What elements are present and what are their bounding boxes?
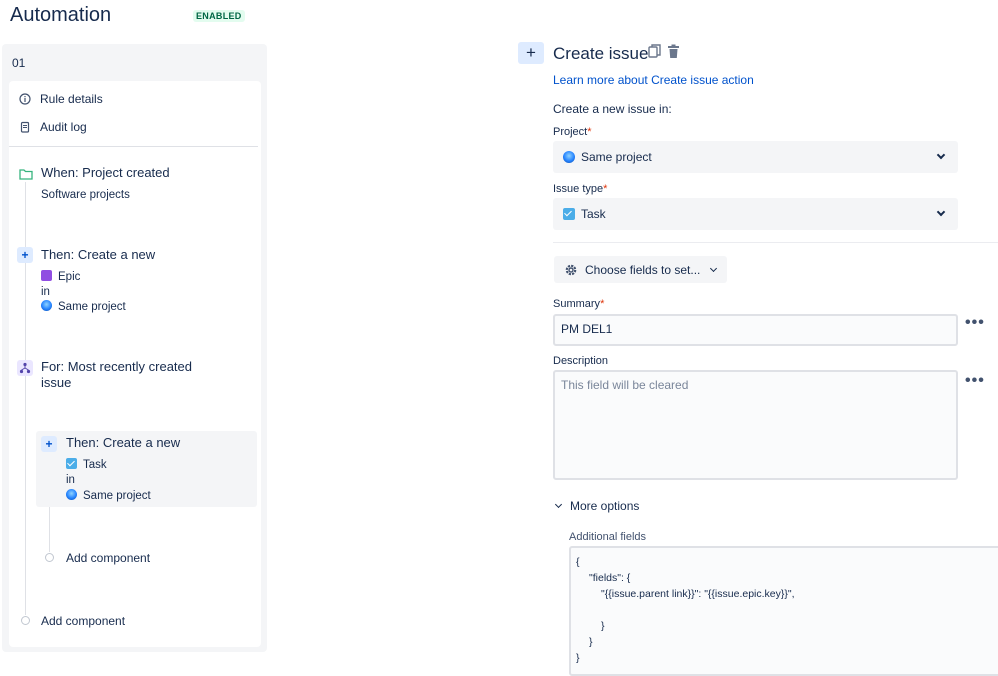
add-dot-icon (21, 616, 30, 625)
issue-type-select[interactable]: Task (553, 198, 958, 230)
clipboard-icon (20, 121, 30, 133)
task-icon (563, 208, 575, 220)
intro-text: Create a new issue in: (553, 102, 672, 116)
more-options-label: More options (570, 499, 640, 513)
trigger-component[interactable] (18, 166, 34, 182)
chevron-down-icon (710, 264, 718, 272)
summary-input[interactable]: PM DEL1 (553, 314, 958, 346)
choose-fields-button[interactable]: Choose fields to set... (554, 256, 727, 283)
task-icon (66, 458, 77, 469)
action2-in: in (66, 474, 75, 486)
issue-type-select-value: Task (581, 207, 606, 221)
page-title: Automation (10, 4, 112, 26)
chevron-down-icon (936, 207, 946, 217)
action1-title[interactable]: Then: Create a new (41, 247, 155, 263)
project-icon (66, 489, 77, 500)
gear-icon (565, 264, 577, 275)
code-line: } (589, 636, 593, 648)
choose-fields-label: Choose fields to set... (585, 262, 701, 277)
action1-issue-type: Epic (41, 270, 80, 285)
add-component-inner[interactable]: Add component (66, 551, 150, 565)
chevron-down-icon (936, 150, 946, 160)
add-component-outer[interactable]: Add component (41, 614, 125, 628)
rule-details-item[interactable]: Rule details (19, 92, 103, 106)
code-line: "fields": { (589, 572, 631, 584)
summary-label: Summary* (553, 298, 605, 310)
description-more-icon[interactable]: ••• (965, 372, 985, 390)
project-select-value: Same project (581, 150, 652, 164)
code-line: } (601, 620, 605, 632)
project-icon (563, 151, 575, 163)
action-title: Create issue (553, 44, 649, 63)
code-line: } (576, 652, 580, 664)
project-icon (41, 300, 52, 311)
epic-icon (41, 270, 52, 281)
trigger-subtitle: Software projects (41, 189, 130, 201)
action2-project: Same project (66, 489, 151, 504)
folder-icon (18, 166, 34, 182)
copy-icon[interactable] (648, 44, 661, 59)
trigger-title[interactable]: When: Project created (41, 165, 170, 181)
additional-fields-editor[interactable]: { "fields": { "{{issue.parent link}}": "… (569, 546, 998, 676)
branch-icon (17, 360, 33, 376)
description-label: Description (553, 355, 609, 367)
rule-name[interactable]: 01 (12, 56, 25, 70)
additional-fields-label: Additional fields (569, 531, 647, 543)
info-icon (19, 93, 31, 105)
action1-in: in (41, 286, 50, 298)
chevron-down-icon (554, 500, 563, 509)
add-dot-icon (45, 553, 54, 562)
plus-icon: + (17, 247, 33, 263)
plus-icon: + (41, 436, 57, 452)
code-line: { (576, 556, 580, 568)
branch-title-line2[interactable]: issue (41, 375, 71, 391)
code-line: "{{issue.parent link}}": "{{issue.epic.k… (601, 588, 795, 600)
project-select[interactable]: Same project (553, 141, 958, 173)
learn-more-link[interactable]: Learn more about Create issue action (553, 73, 754, 87)
action1-project: Same project (41, 300, 126, 315)
divider (9, 146, 258, 147)
trash-icon[interactable] (667, 44, 680, 59)
issue-type-label: Issue type* (553, 183, 608, 195)
branch-title-line1[interactable]: For: Most recently created (41, 359, 192, 375)
description-textarea[interactable]: This field will be cleared (553, 370, 958, 480)
audit-log-item[interactable]: Audit log (19, 120, 87, 134)
action2-title[interactable]: Then: Create a new (66, 435, 180, 451)
more-options-toggle[interactable]: More options (554, 499, 640, 513)
status-badge[interactable]: ENABLED (193, 10, 245, 22)
action2-issue-type: Task (66, 458, 107, 473)
action-plus-icon: + (518, 42, 544, 64)
summary-more-icon[interactable]: ••• (965, 314, 985, 332)
audit-log-label: Audit log (40, 120, 87, 134)
project-label: Project* (553, 126, 592, 138)
rule-details-label: Rule details (40, 92, 103, 106)
divider (553, 242, 998, 243)
